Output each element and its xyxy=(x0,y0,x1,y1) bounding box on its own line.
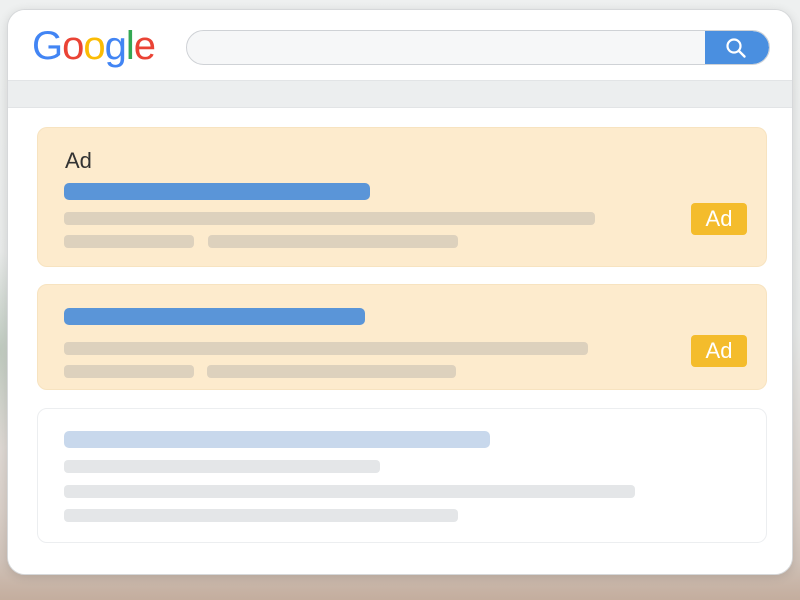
result-snippet-placeholder xyxy=(64,509,458,522)
result-snippet-placeholder xyxy=(64,342,588,355)
organic-result[interactable] xyxy=(37,408,767,543)
logo-letter: e xyxy=(133,24,156,68)
ad-result[interactable]: Ad xyxy=(37,284,767,390)
search-button[interactable] xyxy=(705,31,769,64)
result-url-placeholder xyxy=(64,365,194,378)
search-header: Google xyxy=(8,10,792,80)
result-title-placeholder[interactable] xyxy=(64,308,365,325)
result-title-placeholder[interactable] xyxy=(64,431,490,448)
result-url-placeholder xyxy=(64,460,380,473)
result-snippet-placeholder xyxy=(64,212,595,225)
result-url-placeholder xyxy=(64,235,194,248)
search-icon xyxy=(726,38,746,58)
search-input[interactable] xyxy=(187,31,707,64)
toolbar-strip xyxy=(8,80,792,108)
browser-window: Google Ad Ad Ad xyxy=(7,9,793,575)
ad-label: Ad xyxy=(65,148,92,173)
logo-letter: l xyxy=(125,24,135,68)
logo-letter: o xyxy=(83,24,105,68)
search-bar xyxy=(186,30,770,65)
ad-result[interactable]: Ad Ad xyxy=(37,127,767,267)
google-logo[interactable]: Google xyxy=(32,22,156,70)
ad-badge: Ad xyxy=(691,203,747,235)
logo-letter: g xyxy=(104,24,127,68)
ad-badge: Ad xyxy=(691,335,747,367)
result-url-placeholder xyxy=(208,235,458,248)
result-url-placeholder xyxy=(207,365,456,378)
result-snippet-placeholder xyxy=(64,485,635,498)
result-title-placeholder[interactable] xyxy=(64,183,370,200)
logo-letter: G xyxy=(32,24,63,68)
results-list: Ad Ad Ad xyxy=(8,108,792,574)
logo-letter: o xyxy=(62,24,84,68)
